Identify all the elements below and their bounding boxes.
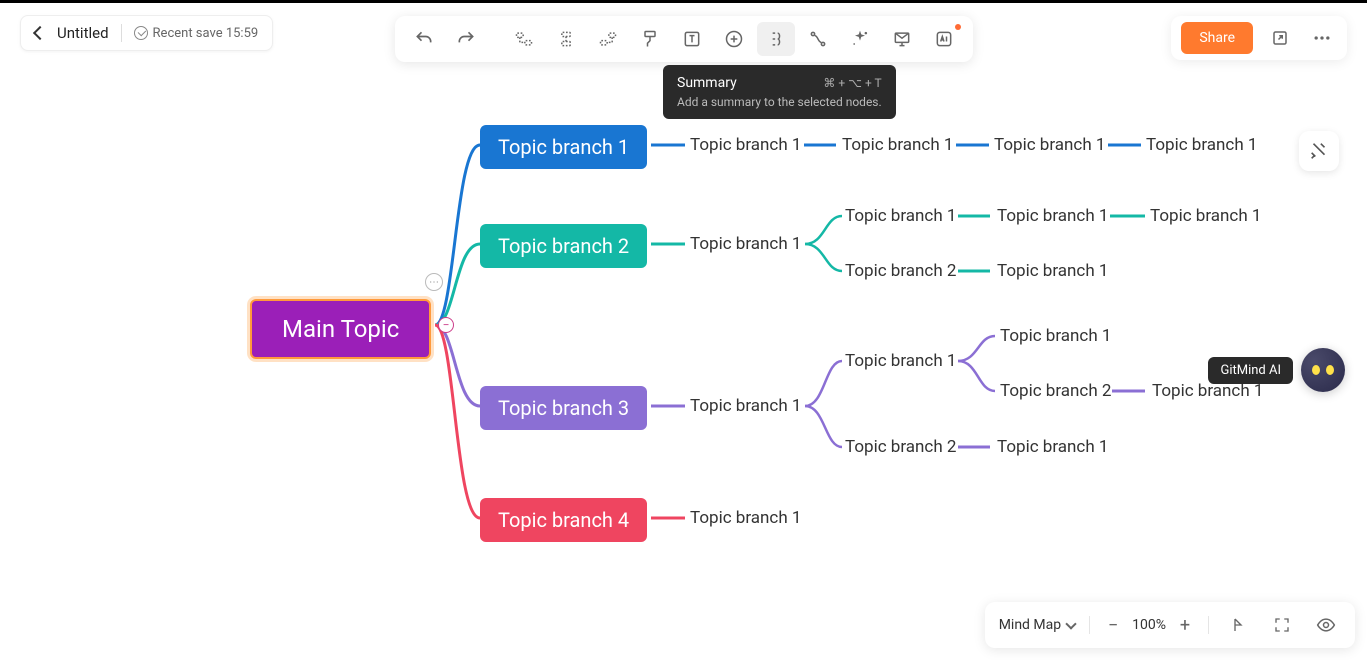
document-title[interactable]: Untitled	[57, 24, 109, 42]
leaf-node[interactable]: Topic branch 1	[997, 261, 1108, 281]
zoom-level: 100%	[1132, 617, 1166, 633]
branch-label: Topic branch 1	[498, 135, 629, 159]
chevron-down-icon	[1065, 618, 1076, 629]
branch-node[interactable]: Topic branch 1	[480, 125, 647, 169]
branch-node[interactable]: Topic branch 4	[480, 498, 647, 542]
style-panel-button[interactable]	[1299, 131, 1339, 171]
branch-label: Topic branch 4	[498, 508, 629, 532]
zoom-out-button[interactable]: −	[1104, 616, 1122, 634]
fullscreen-icon[interactable]	[1267, 610, 1297, 640]
divider	[1208, 616, 1209, 634]
leaf-node[interactable]: Topic branch 1	[1150, 206, 1261, 226]
presentation-button[interactable]	[883, 22, 921, 56]
ai-robot-icon[interactable]	[1301, 348, 1345, 392]
summary-button[interactable]	[757, 22, 795, 56]
collapse-toggle[interactable]: −	[438, 317, 454, 333]
format-painter-button[interactable]	[631, 22, 669, 56]
ai-button[interactable]	[925, 22, 963, 56]
branch-label: Topic branch 2	[498, 234, 629, 258]
subtopic-button[interactable]	[505, 22, 543, 56]
share-button[interactable]: Share	[1181, 22, 1253, 54]
leaf-node[interactable]: Topic branch 1	[690, 234, 801, 254]
undo-button[interactable]	[405, 22, 443, 56]
text-button[interactable]	[673, 22, 711, 56]
leaf-node[interactable]: Topic branch 1	[994, 135, 1105, 155]
redo-button[interactable]	[447, 22, 485, 56]
add-button[interactable]	[715, 22, 753, 56]
leaf-node[interactable]: Topic branch 1	[690, 135, 801, 155]
right-actions: Share	[1171, 16, 1347, 60]
divider	[1089, 616, 1090, 634]
leaf-node[interactable]: Topic branch 2	[845, 437, 956, 457]
sibling-button[interactable]	[547, 22, 585, 56]
preview-icon[interactable]	[1311, 610, 1341, 640]
main-toolbar	[395, 16, 973, 62]
zoom-controls: − 100% +	[1104, 616, 1194, 634]
leaf-node[interactable]: Topic branch 1	[690, 508, 801, 528]
relationship-button[interactable]	[799, 22, 837, 56]
parent-topic-button[interactable]	[589, 22, 627, 56]
save-status: Recent save 15:59	[134, 26, 259, 41]
save-text: Recent save 15:59	[153, 26, 259, 41]
bottom-status-bar: Mind Map − 100% +	[985, 602, 1355, 648]
leaf-node[interactable]: Topic branch 1	[842, 135, 953, 155]
mindmap-canvas[interactable]: Main Topic ⋯ − Topic branch 1 Topic bran…	[0, 63, 1367, 600]
zoom-in-button[interactable]: +	[1176, 616, 1194, 634]
ai-label: GitMind AI	[1208, 357, 1293, 384]
divider	[121, 24, 122, 42]
root-node[interactable]: Main Topic	[250, 299, 431, 359]
leaf-node[interactable]: Topic branch 1	[997, 437, 1108, 457]
branch-label: Topic branch 3	[498, 396, 629, 420]
back-icon[interactable]	[33, 26, 47, 40]
cursor-mode-icon[interactable]	[1223, 610, 1253, 640]
leaf-node[interactable]: Topic branch 2	[845, 261, 956, 281]
leaf-node[interactable]: Topic branch 1	[1000, 326, 1111, 346]
branch-node[interactable]: Topic branch 3	[480, 386, 647, 430]
leaf-node[interactable]: Topic branch 1	[997, 206, 1108, 226]
ai-assistant[interactable]: GitMind AI	[1208, 348, 1345, 392]
leaf-node[interactable]: Topic branch 1	[845, 351, 956, 371]
leaf-node[interactable]: Topic branch 1	[1146, 135, 1257, 155]
leaf-node[interactable]: Topic branch 1	[845, 206, 956, 226]
branch-node[interactable]: Topic branch 2	[480, 224, 647, 268]
check-icon	[134, 26, 148, 40]
node-menu-icon[interactable]: ⋯	[425, 273, 443, 291]
leaf-node[interactable]: Topic branch 2	[1000, 381, 1111, 401]
view-mode-label: Mind Map	[999, 617, 1061, 633]
view-mode-select[interactable]: Mind Map	[999, 617, 1075, 633]
sparkle-button[interactable]	[841, 22, 879, 56]
doc-info-bar: Untitled Recent save 15:59	[20, 15, 273, 51]
more-icon[interactable]	[1307, 23, 1337, 53]
root-label: Main Topic	[282, 315, 399, 343]
leaf-node[interactable]: Topic branch 1	[690, 396, 801, 416]
open-external-icon[interactable]	[1265, 23, 1295, 53]
